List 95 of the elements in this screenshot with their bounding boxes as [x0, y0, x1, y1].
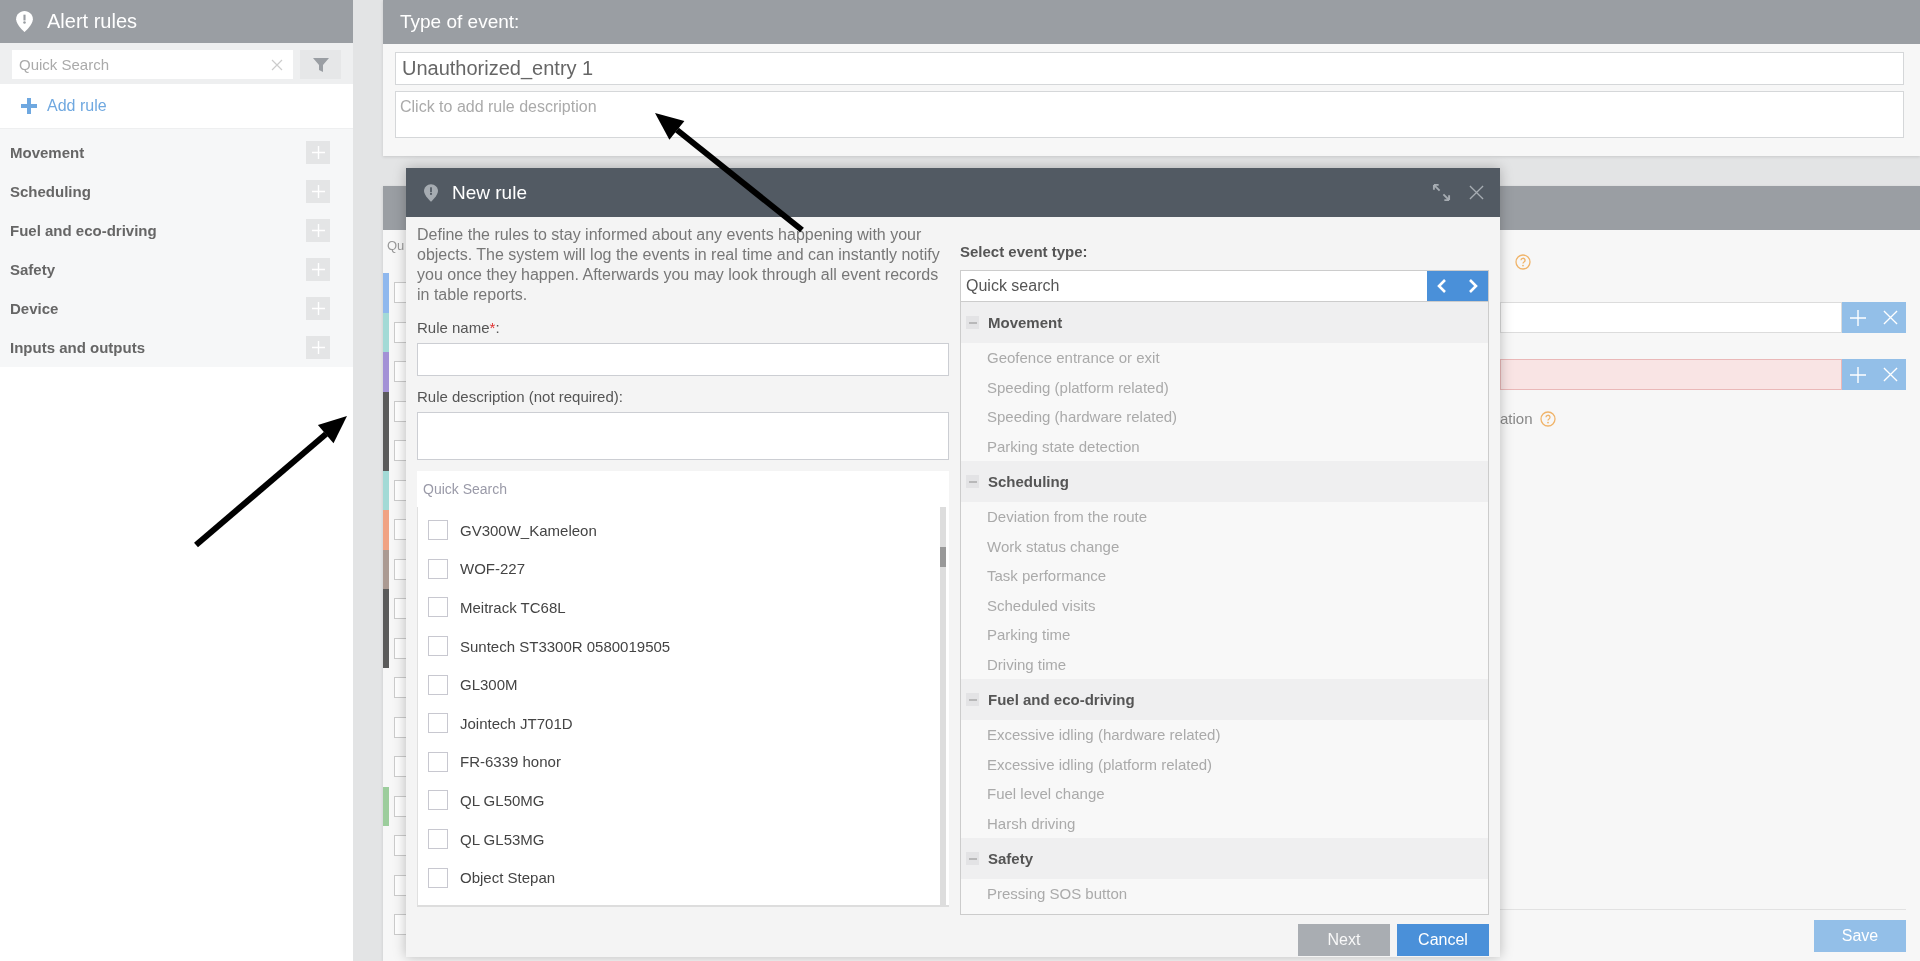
checkbox[interactable]: [428, 636, 448, 657]
checkbox[interactable]: [428, 790, 448, 811]
help-icon[interactable]: [1515, 254, 1531, 270]
checkbox[interactable]: [428, 713, 448, 734]
category-label[interactable]: Inputs and outputs: [10, 339, 145, 356]
chevron-right-icon[interactable]: [1467, 279, 1478, 293]
object-name: QL GL53MG: [460, 830, 545, 848]
rule-name-field[interactable]: Unauthorized_entry 1: [395, 52, 1904, 85]
plus-icon: [311, 263, 325, 276]
plus-icon: [1850, 366, 1866, 383]
expand-icon[interactable]: [1432, 183, 1451, 202]
remove-button[interactable]: [1874, 359, 1906, 390]
add-category-rule-button[interactable]: [306, 258, 330, 281]
checkbox[interactable]: [428, 520, 448, 541]
location-pin-icon: [16, 11, 33, 32]
category-label[interactable]: Scheduling: [10, 183, 91, 200]
collapse-icon[interactable]: [966, 693, 979, 706]
plus-icon: [1850, 309, 1866, 326]
add-button[interactable]: [1842, 302, 1874, 333]
object-list-item[interactable]: GL300M: [418, 665, 940, 704]
add-category-rule-button[interactable]: [306, 336, 330, 359]
remove-button[interactable]: [1874, 302, 1906, 333]
object-list-item[interactable]: QL GL53MG: [418, 819, 940, 859]
filter-icon: [312, 56, 329, 73]
rule-description-field[interactable]: Click to add rule description: [395, 91, 1904, 138]
rule-description-input[interactable]: [417, 412, 949, 460]
checkbox[interactable]: [428, 674, 448, 695]
dialog-title: New rule: [452, 181, 527, 204]
plus-icon: [311, 224, 325, 237]
clear-icon[interactable]: [271, 58, 283, 71]
checkbox[interactable]: [428, 597, 448, 618]
dialog-button[interactable]: Cancel: [1397, 924, 1489, 956]
add-category-rule-button[interactable]: [306, 141, 330, 164]
object-name: FR-6339 honor: [460, 753, 561, 771]
select-field[interactable]: [1500, 302, 1842, 333]
object-list-item[interactable]: Object Stepan: [418, 858, 940, 897]
select-field[interactable]: [1500, 359, 1842, 390]
collapse-icon[interactable]: [966, 475, 979, 488]
rule-name-input[interactable]: [417, 343, 949, 376]
add-category-rule-button[interactable]: [306, 297, 330, 320]
object-name: GV300W_Kameleon: [460, 521, 597, 539]
location-pin-icon: [424, 183, 438, 202]
category-label[interactable]: Device: [10, 300, 59, 317]
category-label[interactable]: Fuel and eco-driving: [10, 222, 157, 239]
checkbox[interactable]: [428, 829, 448, 850]
event-group-header[interactable]: Movement: [961, 302, 1488, 343]
event-search-box[interactable]: Quick search: [960, 270, 1489, 302]
category-label[interactable]: Movement: [10, 144, 85, 161]
scrollbar[interactable]: [940, 507, 946, 905]
close-icon[interactable]: [1469, 185, 1484, 200]
object-name: Meitrack TC68L: [460, 599, 566, 616]
object-name: Jointech JT701D: [460, 714, 573, 732]
checkbox[interactable]: [428, 867, 448, 888]
collapse-icon[interactable]: [966, 852, 979, 865]
object-list-item[interactable]: Suntech ST3300R 0580019505: [418, 626, 940, 666]
dialog-intro-text: Define the rules to stay informed about any events happening with your objects. The system will log the events in real time and can instantly notify you once they happen. Afterwards you may look through all event records in table reports.: [417, 225, 941, 305]
close-icon: [1882, 367, 1898, 382]
field-label: Select event type:: [960, 243, 1089, 260]
add-button[interactable]: [1842, 359, 1874, 390]
object-list-item[interactable]: Jointech JT701D: [418, 703, 940, 743]
object-list-item[interactable]: QL GL50MG: [418, 781, 940, 820]
category-label[interactable]: Safety: [10, 261, 56, 278]
card-title: Type of event:: [400, 11, 520, 33]
field-label: Rule description (not required):: [417, 388, 624, 405]
field-label: Rule name*:: [417, 319, 501, 336]
object-list-item[interactable]: Meitrack TC68L: [418, 588, 940, 627]
plus-icon: [21, 98, 37, 114]
option-label: ation: [1500, 410, 1533, 427]
object-name: GL300M: [460, 676, 518, 694]
search-text: Qu: [386, 238, 405, 255]
checkbox[interactable]: [428, 751, 448, 772]
plus-icon: [311, 146, 325, 159]
help-icon[interactable]: [1539, 410, 1556, 427]
event-group-header[interactable]: Scheduling: [961, 461, 1488, 502]
chevron-left-icon[interactable]: [1437, 279, 1448, 293]
plus-icon: [311, 185, 325, 198]
search-field[interactable]: Quick Search: [12, 50, 293, 79]
close-icon: [1882, 310, 1898, 325]
add-category-rule-button[interactable]: [306, 219, 330, 242]
object-list-item[interactable]: GV300W_Kameleon: [418, 511, 940, 550]
checkbox[interactable]: [428, 558, 448, 579]
collapse-icon[interactable]: [966, 316, 979, 329]
event-group-header[interactable]: Safety: [961, 838, 1488, 879]
plus-icon: [311, 341, 325, 354]
object-name: QL GL50MG: [460, 791, 545, 809]
event-group-header[interactable]: Fuel and eco-driving: [961, 679, 1488, 720]
object-list-item[interactable]: WOF-227: [418, 549, 940, 589]
object-name: Object Stepan: [460, 869, 556, 887]
object-list-item[interactable]: FR-6339 honor: [418, 742, 940, 782]
add-category-rule-button[interactable]: [306, 180, 330, 203]
filter-button[interactable]: [300, 50, 341, 79]
plus-icon: [311, 302, 325, 315]
object-name: Suntech ST3300R 0580019505: [460, 637, 671, 655]
object-name: WOF-227: [460, 560, 525, 578]
sidebar-title: Alert rules: [47, 10, 138, 33]
